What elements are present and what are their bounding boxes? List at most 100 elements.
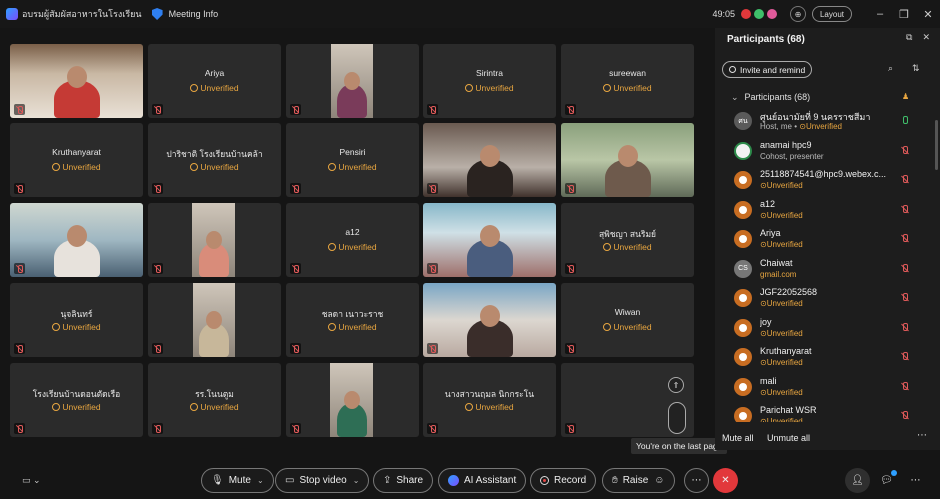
video-tile[interactable]: Ariya Unverified xyxy=(148,44,281,118)
video-tile[interactable]: a12 Unverified xyxy=(286,203,419,277)
layout-label: Layout xyxy=(819,9,844,19)
video-tile[interactable] xyxy=(10,44,143,118)
participant-row[interactable]: 25118874541@hpc9.webex.c... ⊙Unverified xyxy=(715,167,940,196)
video-tile[interactable] xyxy=(561,123,694,197)
page-scroller[interactable] xyxy=(668,402,686,434)
mute-all-button[interactable]: Mute all xyxy=(722,433,754,443)
participant-row[interactable]: JGF22052568 ⊙Unverified xyxy=(715,285,940,314)
participant-name: anamai hpc9 xyxy=(760,139,812,150)
muted-microphone-icon[interactable] xyxy=(901,352,909,362)
participant-name: joy xyxy=(760,316,772,327)
captions-icon[interactable]: ▭ ⌄ xyxy=(22,475,41,486)
person-head xyxy=(479,145,500,167)
participant-row[interactable]: joy ⊙Unverified xyxy=(715,315,940,344)
participant-row[interactable]: Ariya ⊙Unverified xyxy=(715,226,940,255)
participant-row[interactable]: CS Chaiwat gmail.com xyxy=(715,256,940,285)
shield-icon[interactable] xyxy=(151,8,163,20)
verification-status: ⊙Unverified xyxy=(760,181,803,190)
video-tile[interactable]: sureewan Unverified xyxy=(561,44,694,118)
muted-microphone-icon[interactable] xyxy=(901,145,909,156)
participant-status: ⊙Unverified xyxy=(760,417,803,422)
popout-icon[interactable]: ⧉ xyxy=(906,32,912,43)
video-tile[interactable]: Wiwan Unverified xyxy=(561,283,694,357)
video-tile[interactable] xyxy=(148,203,281,277)
muted-microphone-icon[interactable] xyxy=(901,411,909,421)
muted-microphone-icon[interactable] xyxy=(901,204,909,215)
participant-status: ⊙Unverified xyxy=(760,329,803,338)
verification-status: ⊙Unverified xyxy=(760,240,803,249)
muted-microphone-icon[interactable] xyxy=(901,293,909,303)
video-tile[interactable]: นางสาวนฤมล นิกกระโน Unverified xyxy=(423,363,556,437)
video-tile[interactable]: Sirintra Unverified xyxy=(423,44,556,118)
chevron-down-icon[interactable]: ⌄ xyxy=(257,476,264,485)
panel-scrollbar[interactable] xyxy=(935,120,938,170)
participant-row[interactable]: ศน ศูนย์อนามัยที่ 9 นครราชสีมา Host, me • … xyxy=(715,108,940,137)
layout-button[interactable]: Layout xyxy=(811,6,852,22)
end-call-button[interactable]: ✕ xyxy=(713,468,738,493)
video-tile[interactable]: รร.โนนตูม Unverified xyxy=(148,363,281,437)
ai-assistant-button[interactable]: AI Assistant xyxy=(438,468,527,493)
mute-label: Mute xyxy=(228,475,251,486)
person-icon xyxy=(739,294,747,302)
stop-video-button[interactable]: ▭ Stop video ⌄ xyxy=(275,468,370,493)
video-tile[interactable] xyxy=(423,203,556,277)
more-icon[interactable]: ⋯ xyxy=(903,468,928,493)
participant-row[interactable]: anamai hpc9 Cohost, presenter xyxy=(715,138,940,167)
video-tile[interactable]: โรงเรียนบ้านดอนตัดเรือ Unverified xyxy=(10,363,143,437)
invite-and-remind-button[interactable]: Invite and remind xyxy=(722,61,813,78)
participant-row[interactable]: Kruthanyarat ⊙Unverified xyxy=(715,344,940,373)
muted-microphone-icon[interactable] xyxy=(901,322,909,333)
search-icon[interactable]: ⌕ xyxy=(888,63,893,74)
video-tile[interactable]: ปาริชาติ โรงเรียนบ้านคล้า Unverified xyxy=(148,123,281,197)
meeting-info-link[interactable]: Meeting Info xyxy=(169,9,219,19)
close-panel-icon[interactable]: ✕ xyxy=(922,32,930,43)
close-icon[interactable]: ✕ xyxy=(916,0,940,28)
warning-icon xyxy=(465,403,474,411)
record-button[interactable]: Record xyxy=(530,468,597,493)
recording-status-icon[interactable] xyxy=(740,9,751,19)
scroll-top-icon[interactable]: ⇑ xyxy=(668,377,684,393)
microphone-icon: 🎙︎ xyxy=(211,475,224,486)
participants-icon[interactable]: 👤︎ xyxy=(845,468,870,493)
video-tile[interactable] xyxy=(10,203,143,277)
zoom-icon[interactable]: ⊕ xyxy=(789,6,806,22)
video-tile[interactable] xyxy=(286,363,419,437)
reactions-icon[interactable]: ☺ xyxy=(654,475,664,486)
sort-icon[interactable]: ⇅ xyxy=(912,63,920,74)
participant-row[interactable]: Parichat WSR ⊙Unverified xyxy=(715,403,940,422)
restore-icon[interactable]: ❐ xyxy=(892,0,916,28)
video-tile[interactable]: สุพิชญา สนริมย์ Unverified xyxy=(561,203,694,277)
chevron-down-icon[interactable]: ⌄ xyxy=(353,476,360,485)
muted-microphone-icon[interactable] xyxy=(901,263,909,274)
video-tile[interactable] xyxy=(148,283,281,357)
participants-section-header[interactable]: ⌄ Participants (68) xyxy=(731,92,810,103)
unmute-all-button[interactable]: Unmute all xyxy=(767,433,810,443)
more-button[interactable]: ⋯ xyxy=(684,468,709,493)
participant-row[interactable]: a12 ⊙Unverified xyxy=(715,197,940,226)
raise-hand-button[interactable]: ✋︎ Raise ☺ xyxy=(602,468,675,493)
more-options-icon[interactable]: ⋯ xyxy=(917,430,927,441)
avatar-initials: CS xyxy=(738,265,748,272)
participant-status: gmail.com xyxy=(760,270,796,279)
muted-microphone-icon[interactable] xyxy=(901,381,909,392)
microphone-icon[interactable] xyxy=(901,116,909,126)
video-tile[interactable]: นุจลินทร์ Unverified xyxy=(10,283,143,357)
participant-row[interactable]: mali ⊙Unverified xyxy=(715,374,940,403)
share-button[interactable]: ⇪ Share xyxy=(373,468,434,493)
mute-button[interactable]: 🎙︎ Mute ⌄ xyxy=(201,468,274,493)
video-tile[interactable] xyxy=(423,123,556,197)
person-head xyxy=(617,145,638,167)
host-icon: ♟ xyxy=(902,92,910,101)
minimize-icon[interactable]: – xyxy=(868,0,892,28)
video-tile[interactable] xyxy=(423,283,556,357)
muted-microphone-icon[interactable] xyxy=(901,175,909,185)
muted-microphone-icon[interactable] xyxy=(901,234,909,244)
participant-status: ⊙Unverified xyxy=(760,299,803,308)
app-status-icon[interactable] xyxy=(766,9,777,19)
security-status-icon[interactable] xyxy=(753,9,764,19)
video-tile[interactable]: ชลดา เนาวะราช Unverified xyxy=(286,283,419,357)
video-tile[interactable] xyxy=(286,44,419,118)
status-label: Unverified xyxy=(200,83,239,93)
video-tile[interactable]: Kruthanyarat Unverified xyxy=(10,123,143,197)
video-tile[interactable]: Pensiri Unverified xyxy=(286,123,419,197)
